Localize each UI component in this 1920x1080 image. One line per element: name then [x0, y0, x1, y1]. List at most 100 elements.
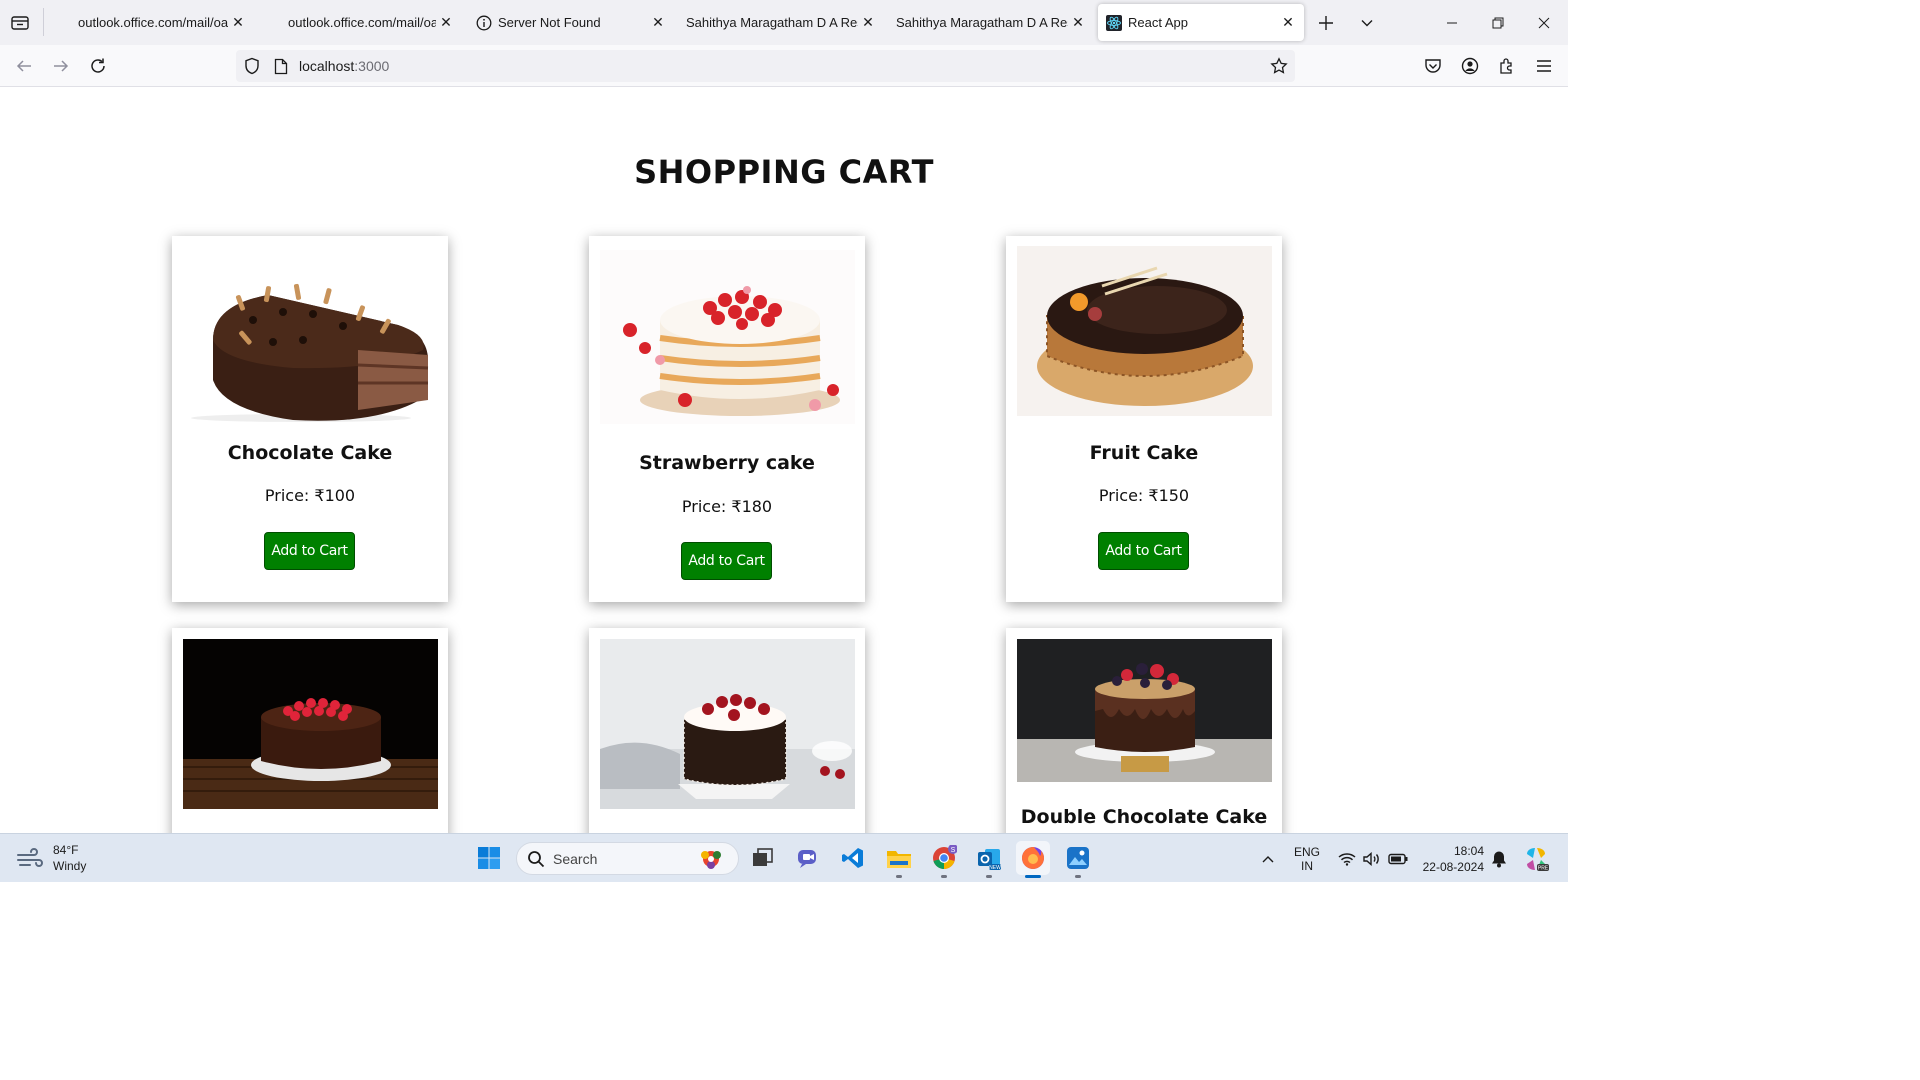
minimize-icon[interactable] [1429, 0, 1475, 45]
running-indicator [1075, 875, 1081, 878]
chrome-icon[interactable]: S [927, 841, 961, 878]
new-tab-icon[interactable] [1314, 11, 1338, 35]
windows-taskbar: 84°F Windy Search S NEW ENG IN 18:04 22-… [0, 833, 1568, 882]
back-arrow-icon[interactable] [11, 53, 37, 79]
product-name: Fruit Cake [1089, 442, 1199, 464]
shield-icon[interactable] [243, 57, 261, 75]
close-icon[interactable]: ✕ [1278, 13, 1298, 33]
notification-bell-icon[interactable] [1488, 834, 1510, 883]
double-chocolate-cake-image [1017, 639, 1272, 782]
navigation-toolbar: localhost:3000 [0, 45, 1568, 87]
tab-resume-2[interactable]: Sahithya Maragatham D A Resume ✕ [888, 4, 1092, 41]
add-to-cart-button[interactable]: Add to Cart [1098, 532, 1189, 570]
search-icon [528, 851, 545, 868]
pocket-icon[interactable] [1420, 53, 1446, 79]
windows-start-icon[interactable] [472, 841, 506, 875]
product-card: Chocolate Cake Price: ₹100 Add to Cart [172, 236, 448, 602]
product-card: Fruit Cake Price: ₹150 Add to Cart [1006, 236, 1282, 602]
product-card: Strawberry cake Price: ₹180 Add to Cart [589, 236, 865, 602]
chevron-down-icon[interactable] [1355, 11, 1379, 35]
add-to-cart-button[interactable]: Add to Cart [264, 532, 355, 570]
clock-date: 22-08-2024 [1422, 859, 1484, 874]
list-all-tabs-icon[interactable] [8, 11, 32, 35]
wifi-icon [1338, 852, 1356, 866]
teams-chat-icon[interactable] [791, 841, 825, 875]
weather-widget[interactable]: 84°F Windy [16, 842, 86, 874]
forward-arrow-icon[interactable] [48, 53, 74, 79]
wind-icon [16, 844, 44, 872]
strawberry-cake-image [600, 250, 855, 424]
tab-title: React App [1128, 15, 1188, 30]
extensions-icon[interactable] [1494, 53, 1520, 79]
copilot-icon[interactable]: PRE [1520, 834, 1552, 883]
tab-outlook-1[interactable]: outlook.office.com/mail/oauth ✕ [56, 4, 252, 41]
url-port: :3000 [354, 58, 390, 74]
taskbar-clock[interactable]: 18:04 22-08-2024 [1414, 834, 1484, 883]
running-indicator [896, 875, 902, 878]
tab-resume-1[interactable]: Sahithya Maragatham D A Resume ✕ [678, 4, 882, 41]
tab-title: outlook.office.com/mail/oauth [288, 15, 436, 30]
chocolate-cake-image [183, 250, 438, 424]
product-price: Price: ₹180 [681, 497, 773, 516]
product-name: Strawberry cake [639, 452, 815, 474]
input-language[interactable]: ENG IN [1290, 834, 1324, 883]
info-icon [476, 15, 492, 31]
product-card [589, 628, 865, 833]
battery-icon [1388, 853, 1408, 864]
tab-react-app[interactable]: React App ✕ [1098, 4, 1304, 41]
page-icon[interactable] [272, 57, 290, 75]
vscode-icon[interactable] [836, 841, 870, 875]
svg-text:PRE: PRE [1538, 865, 1549, 871]
running-indicator [941, 875, 947, 878]
close-icon[interactable]: ✕ [648, 13, 668, 33]
close-icon[interactable]: ✕ [1068, 13, 1088, 33]
fruit-cake-image [1017, 246, 1272, 416]
tab-title: Sahithya Maragatham D A Resume [686, 15, 858, 30]
lang-line2: IN [1301, 858, 1313, 873]
page-viewport: SHOPPING CART Chocolate Cake Price: ₹100… [0, 87, 1568, 833]
product-card: Double Chocolate Cake [1006, 628, 1282, 833]
file-explorer-icon[interactable] [882, 841, 916, 878]
product-price: Price: ₹100 [264, 486, 356, 505]
weather-desc: Windy [53, 859, 87, 873]
react-icon [1106, 14, 1122, 31]
volume-icon [1363, 851, 1379, 866]
photos-icon[interactable] [1061, 841, 1095, 878]
page-title: SHOPPING CART [634, 153, 934, 191]
tab-title: outlook.office.com/mail/oauth [78, 15, 228, 30]
tab-strip-divider [43, 8, 44, 36]
close-icon[interactable]: ✕ [858, 13, 878, 33]
task-view-icon[interactable] [746, 841, 780, 875]
tab-server-not-found[interactable]: Server Not Found ✕ [468, 4, 672, 41]
chevron-up-icon[interactable] [1256, 834, 1280, 883]
firefox-icon[interactable] [1016, 841, 1050, 878]
url-bar[interactable]: localhost:3000 [236, 50, 1295, 82]
window-close-icon[interactable] [1521, 0, 1567, 45]
clock-time: 18:04 [1453, 843, 1484, 858]
search-highlight-icon [701, 851, 721, 869]
running-indicator [986, 875, 992, 878]
outlook-new-icon[interactable]: NEW [972, 841, 1006, 878]
product-name: Chocolate Cake [227, 442, 393, 464]
active-indicator [1025, 875, 1041, 878]
add-to-cart-button[interactable]: Add to Cart [681, 542, 772, 580]
product-price: Price: ₹150 [1098, 486, 1190, 505]
tab-title: Sahithya Maragatham D A Resume [896, 15, 1068, 30]
bookmark-star-icon[interactable] [1269, 56, 1289, 76]
system-tray-status[interactable] [1334, 834, 1412, 883]
url-host: localhost [299, 58, 355, 74]
url-text[interactable]: localhost:3000 [299, 58, 389, 74]
weather-temp: 84°F [53, 843, 79, 857]
close-icon[interactable]: ✕ [436, 13, 456, 33]
close-icon[interactable]: ✕ [228, 13, 248, 33]
lang-line1: ENG [1293, 844, 1320, 859]
reload-icon[interactable] [85, 53, 111, 79]
menu-icon[interactable] [1531, 53, 1557, 79]
account-icon[interactable] [1457, 53, 1483, 79]
product-name: Double Chocolate Cake [1020, 806, 1268, 828]
restore-icon[interactable] [1475, 0, 1521, 45]
tab-outlook-2[interactable]: outlook.office.com/mail/oauth ✕ [266, 4, 460, 41]
raspberry-chocolate-cake-image [183, 639, 438, 809]
taskbar-search-input[interactable]: Search [516, 842, 739, 875]
search-placeholder: Search [553, 851, 598, 867]
